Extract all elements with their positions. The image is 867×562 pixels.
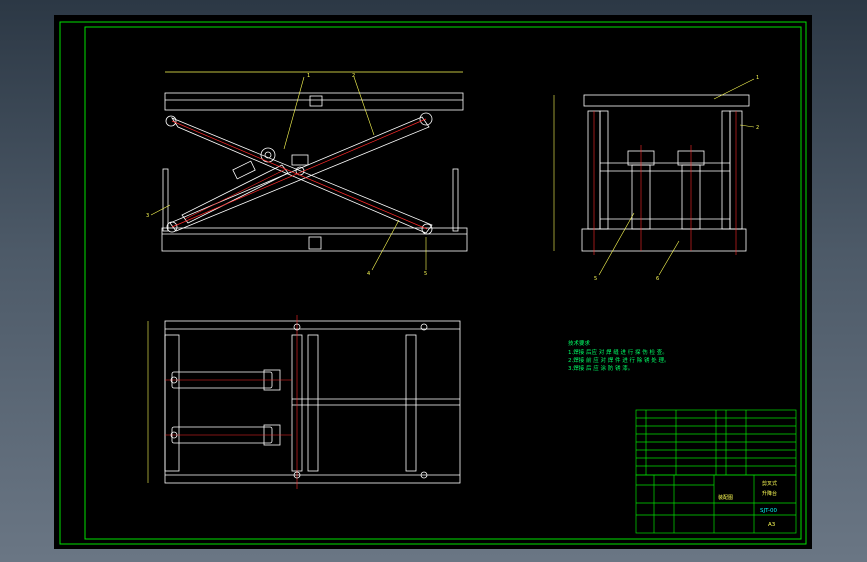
- balloon-front-3: 3: [146, 213, 149, 219]
- balloon-front-2: 2: [352, 73, 355, 79]
- cad-drawing-canvas: 1 2 3 4 5 1 2 5 6 技术要求 1.焊接 后应 对 焊 缝 进 行…: [59, 21, 807, 545]
- scissor-arm-a: [170, 117, 433, 234]
- plan-beam-b: [307, 334, 319, 472]
- balloon-side-2: 2: [756, 125, 759, 131]
- side-view: 1 2 5 6: [553, 75, 759, 282]
- leader-side-3: [598, 212, 635, 276]
- top-left-pivot: [165, 115, 177, 127]
- side-right-inner: [721, 110, 731, 230]
- crossbar-block: [291, 154, 309, 166]
- leader-front-1: [283, 76, 305, 150]
- plan-left-rail: [164, 334, 180, 472]
- plan-beam-c: [405, 334, 417, 472]
- left-post: [162, 168, 169, 232]
- inner-border: [84, 26, 802, 540]
- balloon-front-1: 1: [307, 73, 310, 79]
- balloon-front-4: 4: [367, 271, 370, 277]
- leader-front-2: [353, 76, 375, 136]
- title-block: 装配图 剪叉式 升降台 SJT-00 A3: [635, 409, 797, 534]
- balloon-side-3: 5: [594, 276, 597, 282]
- leader-side-4: [658, 240, 680, 276]
- leader-front-3: [150, 204, 171, 216]
- balloon-side-1: 1: [756, 75, 759, 81]
- notes-line-2: 2.焊接 前 应 对 焊 件 进 行 除 锈 处 理。: [568, 356, 669, 364]
- title-sheet-size: A3: [768, 522, 776, 528]
- top-platform: [164, 92, 464, 111]
- notes-line-3: 3.焊接 后 应 涂 防 锈 漆。: [568, 364, 633, 372]
- centerline-arm-a: [171, 120, 428, 230]
- front-view: 1 2 3 4 5: [146, 71, 468, 277]
- title-school: 装配图: [718, 494, 733, 501]
- plan-view: [147, 315, 461, 489]
- platform-slot: [309, 95, 323, 107]
- side-top-platform: [583, 94, 750, 107]
- balloon-side-4: 6: [656, 276, 659, 282]
- leader-front-4: [371, 219, 400, 271]
- cylinder-body: [232, 160, 256, 180]
- centerline-arm-b: [171, 118, 427, 228]
- technical-notes: 技术要求 1.焊接 后应 对 焊 缝 进 行 探 伤 检 查。 2.焊接 前 应…: [568, 339, 669, 372]
- notes-line-1: 1.焊接 后应 对 焊 缝 进 行 探 伤 检 查。: [568, 348, 668, 356]
- drawing-sheet: 1 2 3 4 5 1 2 5 6 技术要求 1.焊接 后应 对 焊 缝 进 行…: [54, 15, 812, 549]
- title-name-2: 升降台: [762, 490, 777, 497]
- side-base: [581, 228, 747, 252]
- base-slot: [308, 236, 322, 250]
- notes-title: 技术要求: [568, 339, 591, 347]
- side-left-inner: [599, 110, 609, 230]
- title-drawing-no: SJT-00: [760, 508, 777, 514]
- title-name-1: 剪叉式: [762, 480, 777, 487]
- leader-side-1: [713, 78, 755, 100]
- right-post: [452, 168, 459, 232]
- base-frame: [161, 227, 468, 252]
- balloon-front-5: 5: [424, 271, 427, 277]
- centerline-cylinder: [184, 168, 287, 220]
